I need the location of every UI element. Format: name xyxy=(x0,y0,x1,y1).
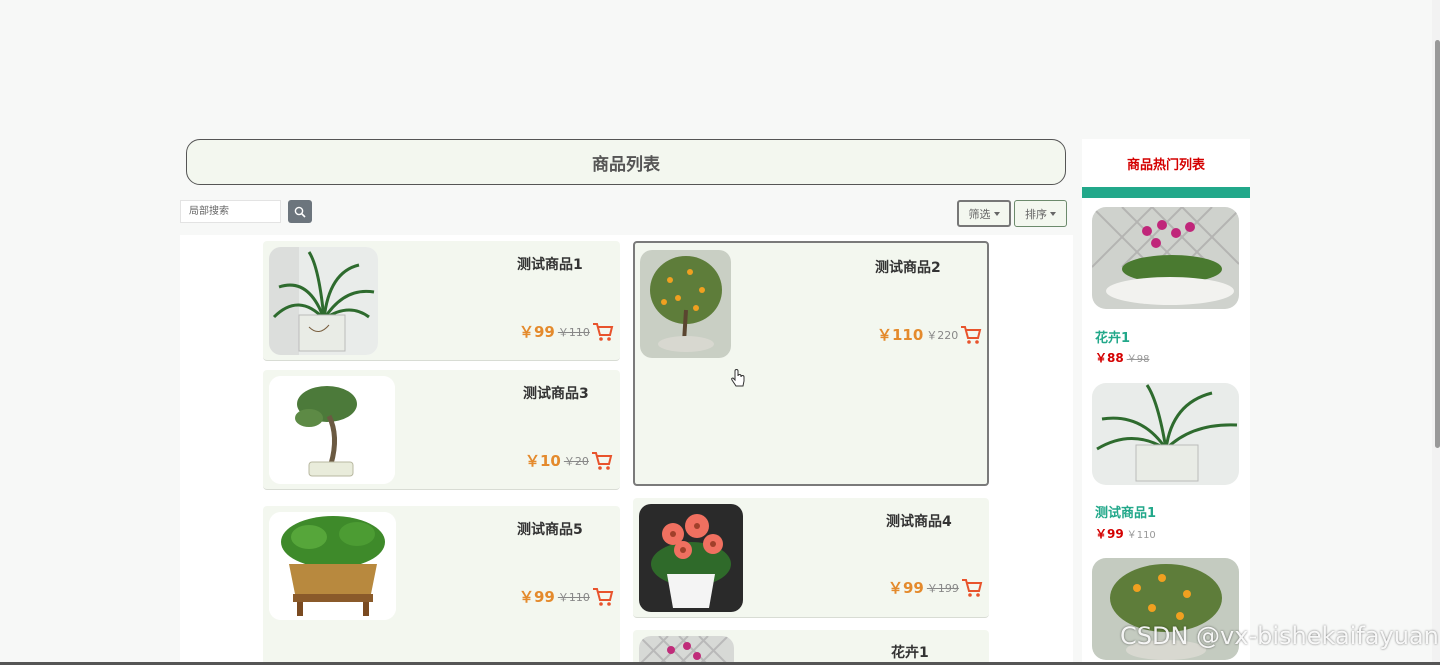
product-price: ￥99 xyxy=(519,588,555,606)
sidebar-item-image[interactable] xyxy=(1092,383,1239,485)
hand-cursor-icon xyxy=(731,369,745,387)
product-name[interactable]: 测试商品1 xyxy=(517,254,583,274)
product-image[interactable] xyxy=(269,247,378,355)
watermark: CSDN @vx-bishekaifayuan xyxy=(1120,622,1439,650)
shopping-cart-icon[interactable] xyxy=(960,325,982,345)
product-card[interactable]: 花卉1 xyxy=(633,630,989,665)
product-image[interactable] xyxy=(639,636,734,665)
price-row: ￥99 ￥110 xyxy=(519,586,614,607)
shopping-cart-icon[interactable] xyxy=(592,322,614,342)
sidebar-old-price: ￥98 xyxy=(1126,354,1150,365)
hot-products-sidebar: 商品热门列表 花卉1 ￥88 ￥98 测试商品1 ￥99 ￥110 xyxy=(1082,139,1250,665)
sidebar-item-image[interactable] xyxy=(1092,207,1239,309)
product-card[interactable]: 测试商品5 ￥99 ￥110 xyxy=(263,506,620,665)
product-old-price: ￥220 xyxy=(926,328,959,342)
product-price: ￥110 xyxy=(877,326,924,344)
scrollbar-thumb[interactable] xyxy=(1435,40,1440,448)
sidebar-price: ￥88 xyxy=(1095,351,1124,365)
product-image[interactable] xyxy=(640,250,731,358)
product-old-price: ￥199 xyxy=(926,581,959,595)
product-price: ￥99 xyxy=(888,579,924,597)
product-name[interactable]: 测试商品3 xyxy=(523,383,589,403)
product-card[interactable]: 测试商品1 ￥99 ￥110 xyxy=(263,241,620,361)
search-input[interactable]: 局部搜索 xyxy=(180,200,281,223)
price-row: ￥99 ￥110 xyxy=(519,321,614,342)
product-card[interactable]: 测试商品2 ￥110 ￥220 xyxy=(633,241,989,486)
product-price: ￥10 xyxy=(525,452,561,470)
sidebar-title: 商品热门列表 xyxy=(1126,157,1205,173)
search-button[interactable] xyxy=(288,200,312,223)
page-title-bar: 商品列表 xyxy=(186,139,1066,185)
caret-down-icon xyxy=(1050,211,1056,216)
sidebar-item-price: ￥88 ￥98 xyxy=(1095,349,1149,366)
sidebar-item-price: ￥99 ￥110 xyxy=(1095,525,1156,542)
price-row: ￥10 ￥20 xyxy=(525,450,613,471)
caret-down-icon xyxy=(993,211,1000,216)
shopping-cart-icon[interactable] xyxy=(591,451,613,471)
sort-dropdown[interactable]: 排序 xyxy=(1014,200,1067,227)
product-name[interactable]: 测试商品4 xyxy=(886,511,952,531)
sidebar-item-name[interactable]: 花卉1 xyxy=(1095,327,1130,346)
filter-label: 筛选 xyxy=(968,207,991,221)
price-row: ￥99 ￥199 xyxy=(888,577,983,598)
product-image[interactable] xyxy=(639,504,743,612)
sidebar-divider xyxy=(1082,187,1250,198)
shopping-cart-icon[interactable] xyxy=(592,587,614,607)
product-price: ￥99 xyxy=(519,323,555,341)
product-name[interactable]: 测试商品2 xyxy=(875,257,941,277)
sort-label: 排序 xyxy=(1025,207,1047,221)
product-old-price: ￥110 xyxy=(557,325,590,339)
shopping-cart-icon[interactable] xyxy=(961,578,983,598)
product-card[interactable]: 测试商品3 ￥10 ￥20 xyxy=(263,370,620,490)
price-row: ￥110 ￥220 xyxy=(877,324,982,345)
sidebar-old-price: ￥110 xyxy=(1126,530,1156,541)
product-old-price: ￥20 xyxy=(563,454,589,468)
page-title: 商品列表 xyxy=(592,154,660,175)
sidebar-price: ￥99 xyxy=(1095,527,1124,541)
product-old-price: ￥110 xyxy=(557,590,590,604)
search-icon xyxy=(294,206,306,218)
product-name[interactable]: 花卉1 xyxy=(891,642,929,662)
product-name[interactable]: 测试商品5 xyxy=(517,519,583,539)
filter-dropdown[interactable]: 筛选 xyxy=(957,200,1011,227)
product-image[interactable] xyxy=(269,376,395,484)
product-image[interactable] xyxy=(269,512,396,620)
sidebar-item-name[interactable]: 测试商品1 xyxy=(1095,502,1156,521)
product-card[interactable]: 测试商品4 ￥99 ￥199 xyxy=(633,498,989,618)
